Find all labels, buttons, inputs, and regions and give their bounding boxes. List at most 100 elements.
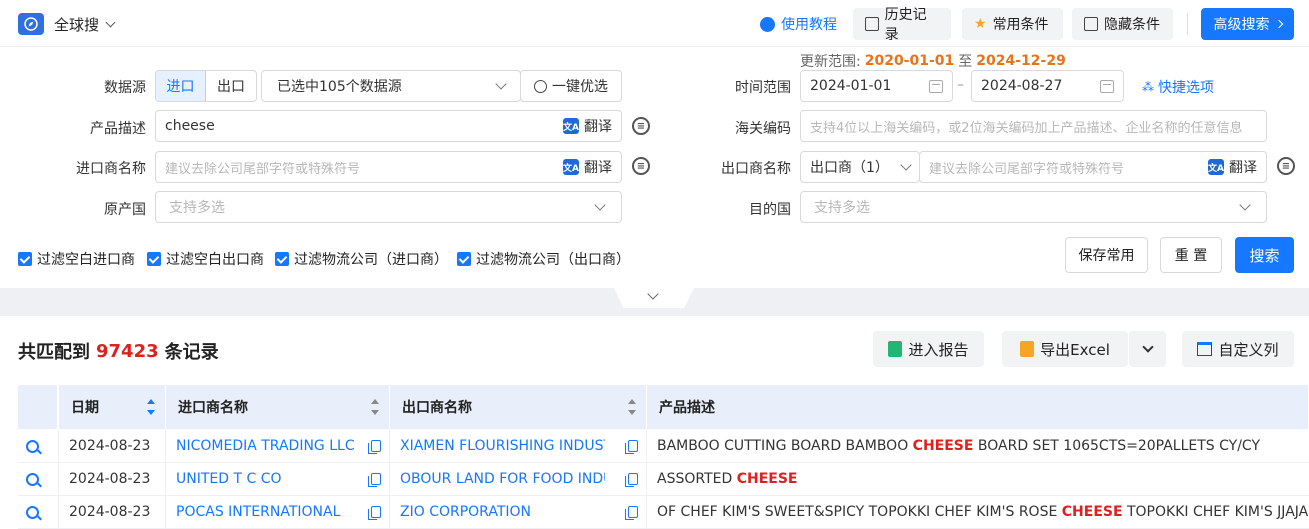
import-export-toggle[interactable]: 进口 出口 bbox=[155, 70, 257, 102]
hscode-input[interactable]: 支持4位以上海关编码，或2位海关编码加上产品描述、企业名称的任意信息 bbox=[800, 110, 1267, 142]
translate-button[interactable]: 文A 翻译 bbox=[563, 116, 612, 136]
exporter-type-select[interactable]: 出口商（1） bbox=[800, 151, 920, 183]
copy-icon[interactable] bbox=[625, 473, 638, 487]
copy-icon[interactable] bbox=[368, 440, 381, 454]
hide-conditions-button[interactable]: 隐藏条件 bbox=[1072, 8, 1173, 40]
export-excel-button[interactable]: 导出Excel bbox=[1002, 331, 1128, 367]
exporter-link[interactable]: XIAMEN FLOURISHING INDUST bbox=[400, 438, 605, 454]
exporter-name-input[interactable]: 建议去除公司尾部字符或特殊符号 文A 翻译 bbox=[919, 151, 1267, 183]
checkbox-checked-icon bbox=[275, 252, 289, 266]
exact-match-icon[interactable]: ≡ bbox=[632, 117, 650, 135]
hide-label: 隐藏条件 bbox=[1104, 17, 1160, 33]
row-detail-button[interactable] bbox=[18, 496, 59, 528]
exact-match-icon[interactable]: ≡ bbox=[632, 157, 650, 175]
datasource-select[interactable]: 已选中105个数据源 bbox=[261, 70, 521, 102]
exporter-cell[interactable]: ZIO CORPORATION bbox=[390, 496, 647, 528]
one-click-optimize-button[interactable]: 一键优选 bbox=[520, 70, 622, 102]
filter-logistics-importer-checkbox[interactable]: 过滤物流公司（进口商） bbox=[275, 249, 448, 269]
result-prefix: 共匹配到 bbox=[18, 342, 90, 363]
row-detail-button[interactable] bbox=[18, 430, 59, 462]
importer-cell[interactable]: UNITED T C CO bbox=[166, 463, 390, 495]
product-desc-input[interactable]: cheese 文A 翻译 bbox=[155, 110, 622, 142]
exporter-link[interactable]: OBOUR LAND FOR FOOD INDU bbox=[400, 471, 605, 487]
date-end-input[interactable]: 2024-08-27 bbox=[971, 70, 1124, 102]
date-end-value: 2024-08-27 bbox=[981, 78, 1063, 94]
table-row: 2024-08-23 UNITED T C CO OBOUR LAND FOR … bbox=[18, 463, 1309, 496]
chevron-down-icon bbox=[900, 159, 912, 171]
translate-icon: 文A bbox=[563, 118, 579, 134]
dest-country-select[interactable]: 支持多选 bbox=[800, 191, 1267, 223]
scope-label: 全球搜 bbox=[54, 16, 100, 34]
result-suffix: 条记录 bbox=[164, 342, 219, 363]
importer-link[interactable]: POCAS INTERNATIONAL bbox=[176, 504, 340, 520]
importer-column-header[interactable]: 进口商名称 bbox=[166, 385, 390, 429]
date-start-input[interactable]: 2024-01-01 bbox=[800, 70, 953, 102]
enter-report-button[interactable]: 进入报告 bbox=[873, 331, 984, 367]
checkbox-label: 过滤物流公司（出口商） bbox=[476, 252, 630, 268]
translate-label: 翻译 bbox=[584, 160, 612, 176]
history-button[interactable]: 历史记录 bbox=[853, 7, 951, 43]
importer-placeholder: 建议去除公司尾部字符或特殊符号 bbox=[165, 161, 361, 177]
table-header: 日期 进口商名称 出口商名称 产品描述 bbox=[18, 385, 1309, 429]
quick-icon: ⁂ bbox=[1142, 80, 1154, 94]
calendar-icon bbox=[1100, 79, 1114, 93]
sort-icon[interactable] bbox=[147, 399, 155, 415]
origin-country-select[interactable]: 支持多选 bbox=[155, 191, 622, 223]
copy-icon[interactable] bbox=[625, 440, 638, 454]
desc-text: ASSORTED bbox=[657, 471, 737, 487]
desc-text: TOPOKKI CHEF KIM'S JJAJANG T bbox=[1126, 504, 1309, 520]
history-label: 历史记录 bbox=[884, 7, 927, 43]
date-cell: 2024-08-23 bbox=[59, 430, 166, 462]
tutorial-link[interactable]: 使用教程 bbox=[760, 14, 837, 34]
filter-blank-exporter-checkbox[interactable]: 过滤空白出口商 bbox=[147, 249, 264, 269]
origin-country-label: 原产国 bbox=[104, 202, 146, 218]
exporter-link[interactable]: ZIO CORPORATION bbox=[400, 504, 531, 520]
app-logo bbox=[18, 13, 44, 35]
custom-columns-button[interactable]: 自定义列 bbox=[1182, 331, 1294, 367]
search-icon bbox=[26, 505, 39, 519]
search-button[interactable]: 搜索 bbox=[1235, 237, 1294, 273]
export-dropdown-button[interactable] bbox=[1129, 331, 1166, 367]
desc-text: OF CHEF KIM'S SWEET&SPICY TOPOKKI CHEF K… bbox=[657, 504, 1062, 520]
header-divider bbox=[0, 46, 1309, 47]
copy-icon[interactable] bbox=[625, 506, 638, 520]
importer-link[interactable]: NICOMEDIA TRADING LLC bbox=[176, 438, 355, 454]
exporter-column-header[interactable]: 出口商名称 bbox=[390, 385, 647, 429]
save-common-button[interactable]: 保存常用 bbox=[1065, 237, 1148, 273]
importer-link[interactable]: UNITED T C CO bbox=[176, 471, 282, 487]
importer-name-input[interactable]: 建议去除公司尾部字符或特殊符号 文A 翻译 bbox=[155, 151, 622, 183]
copy-icon[interactable] bbox=[368, 473, 381, 487]
translate-button[interactable]: 文A 翻译 bbox=[563, 157, 612, 177]
exporter-cell[interactable]: OBOUR LAND FOR FOOD INDU bbox=[390, 463, 647, 495]
filter-blank-importer-checkbox[interactable]: 过滤空白进口商 bbox=[18, 249, 135, 269]
advanced-label: 高级搜索 bbox=[1213, 17, 1270, 33]
hscode-placeholder: 支持4位以上海关编码，或2位海关编码加上产品描述、企业名称的任意信息 bbox=[810, 120, 1243, 136]
copy-icon[interactable] bbox=[368, 506, 381, 520]
importer-cell[interactable]: NICOMEDIA TRADING LLC bbox=[166, 430, 390, 462]
advanced-search-button[interactable]: 高级搜索 bbox=[1201, 8, 1294, 40]
export-option[interactable]: 出口 bbox=[206, 71, 256, 101]
history-icon bbox=[865, 17, 879, 31]
date-column-header[interactable]: 日期 bbox=[59, 385, 166, 429]
column-title: 产品描述 bbox=[659, 400, 715, 416]
translate-button[interactable]: 文A 翻译 bbox=[1208, 157, 1257, 177]
search-scope-dropdown[interactable]: 全球搜 bbox=[54, 14, 116, 35]
sort-icon[interactable] bbox=[371, 399, 379, 415]
product-desc-label: 产品描述 bbox=[90, 121, 146, 137]
row-detail-button[interactable] bbox=[18, 463, 59, 495]
sort-icon[interactable] bbox=[628, 399, 636, 415]
exporter-cell[interactable]: XIAMEN FLOURISHING INDUST bbox=[390, 430, 647, 462]
quick-options-link[interactable]: ⁂ 快捷选项 bbox=[1142, 77, 1214, 97]
common-conditions-button[interactable]: ★ 常用条件 bbox=[962, 8, 1063, 40]
reset-button[interactable]: 重 置 bbox=[1160, 237, 1222, 273]
chevron-down-icon bbox=[105, 17, 116, 28]
import-option[interactable]: 进口 bbox=[156, 71, 206, 101]
chevron-down-icon bbox=[594, 199, 606, 211]
exact-match-icon[interactable]: ≡ bbox=[1277, 157, 1295, 175]
calendar-icon bbox=[929, 79, 943, 93]
importer-cell[interactable]: POCAS INTERNATIONAL bbox=[166, 496, 390, 528]
exporter-name-label: 出口商名称 bbox=[721, 161, 791, 177]
filter-logistics-exporter-checkbox[interactable]: 过滤物流公司（出口商） bbox=[457, 249, 630, 269]
desc-cell: OF CHEF KIM'S SWEET&SPICY TOPOKKI CHEF K… bbox=[647, 496, 1309, 528]
column-title: 进口商名称 bbox=[178, 400, 248, 416]
